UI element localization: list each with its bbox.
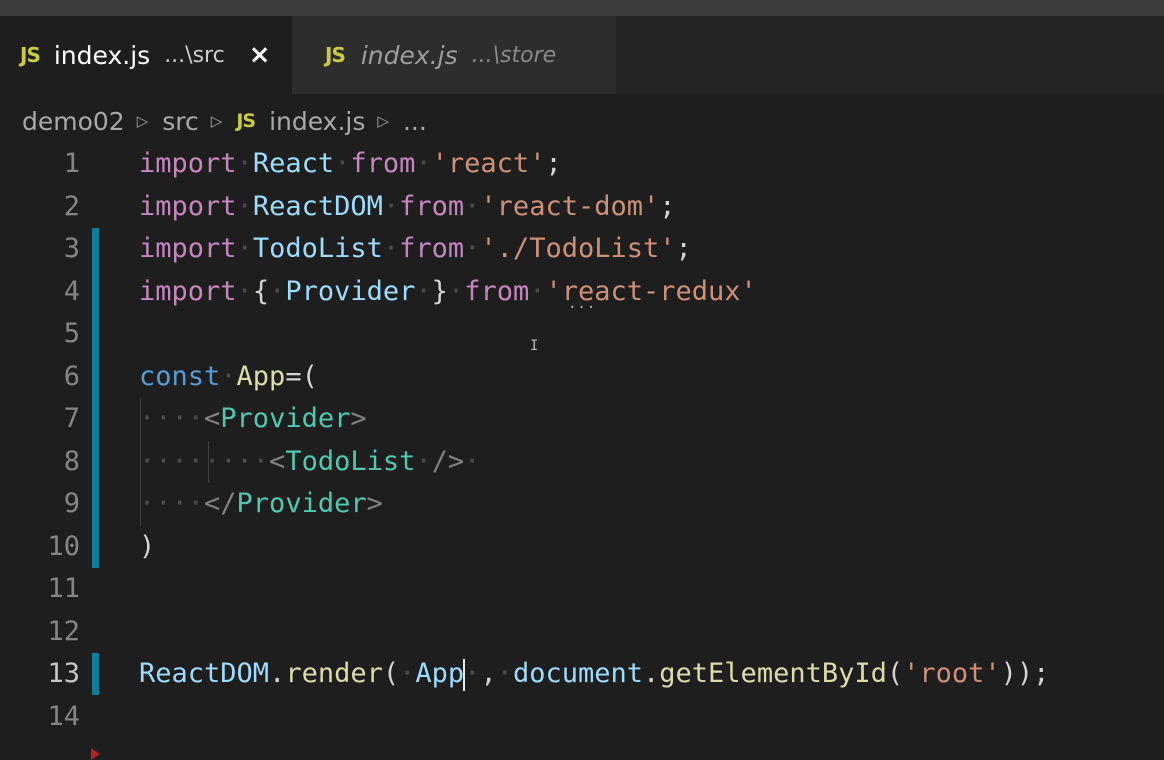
- token-string: 'root': [903, 658, 1001, 689]
- tab-index-store[interactable]: JS index.js ...\store: [292, 16, 616, 94]
- token-tag-bracket: <: [269, 445, 286, 477]
- code-line: 7 ····<Provider>: [0, 398, 1164, 441]
- token-keyword: const: [139, 360, 221, 392]
- token-punct: (: [886, 658, 904, 689]
- token-tag-bracket: />: [431, 445, 465, 477]
- token-tag-bracket: >: [366, 488, 383, 519]
- token-keyword: from: [350, 148, 416, 179]
- tab-filename: index.js: [360, 40, 458, 70]
- code-line: 14: [0, 696, 1164, 739]
- chevron-right-icon: ▷: [210, 112, 223, 130]
- tab-path: ...\store: [471, 42, 557, 68]
- close-icon[interactable]: ×: [249, 40, 271, 70]
- token-punct: ): [139, 530, 156, 562]
- token-variable: ReactDOM: [252, 190, 383, 222]
- token-punct: (: [382, 658, 400, 689]
- token-keyword: from: [464, 275, 530, 307]
- token-tag: Provider: [220, 403, 351, 434]
- window-top-strip: [0, 0, 1164, 16]
- token-variable: React: [252, 148, 335, 179]
- token-identifier: App: [236, 360, 286, 392]
- tab-index-src[interactable]: JS index.js ...\src ×: [0, 16, 292, 94]
- token-variable: App: [415, 658, 465, 689]
- token-punct: ;: [659, 190, 676, 222]
- token-punct: ));: [1000, 658, 1050, 689]
- code-line: 5: [0, 313, 1164, 356]
- line-number: 6: [63, 360, 80, 392]
- token-punct: }: [431, 275, 448, 307]
- token-string: 'react-dom': [480, 190, 660, 222]
- token-punct: ,: [480, 658, 497, 689]
- code-line: 12: [0, 611, 1164, 654]
- token-keyword: import: [139, 190, 237, 222]
- token-variable: Provider: [285, 275, 416, 307]
- token-tag-bracket: <: [204, 403, 221, 434]
- code-line: 2 import·ReactDOM·from·'react-dom';: [0, 186, 1164, 229]
- token-keyword: from: [399, 233, 465, 264]
- tab-path: ...\src: [164, 42, 225, 68]
- token-string: './TodoList': [480, 233, 676, 264]
- token-keyword: import: [139, 275, 237, 307]
- line-number: 1: [63, 148, 80, 179]
- line-number: 2: [63, 190, 80, 222]
- code-line: 6 const·App=(: [0, 356, 1164, 399]
- token-tag-bracket: >: [350, 403, 367, 434]
- line-number: 11: [47, 573, 80, 604]
- chevron-right-icon: ▷: [377, 112, 389, 130]
- js-file-icon: JS: [20, 43, 41, 67]
- token-variable: document: [512, 658, 644, 689]
- token-punct: .: [269, 658, 286, 689]
- code-line: 10 ): [0, 526, 1164, 569]
- line-number: 7: [63, 403, 80, 434]
- line-number: 3: [63, 233, 80, 264]
- token-keyword: import: [139, 233, 237, 264]
- token-punct: =(: [285, 360, 318, 392]
- token-variable: TodoList: [252, 233, 383, 264]
- code-line: 8 ········<TodoList·/>·: [0, 441, 1164, 484]
- token-function: render: [285, 658, 383, 689]
- code-editor[interactable]: 1 import·React·from·'react'; 2 import·Re…: [0, 143, 1164, 760]
- line-number: 13: [47, 658, 80, 689]
- line-number: 4: [63, 275, 80, 307]
- token-punct: ;: [675, 233, 692, 264]
- code-line: 9 ····</Provider>: [0, 483, 1164, 526]
- line-number: 10: [47, 530, 80, 562]
- folding-arrow-icon: [91, 748, 100, 760]
- token-punct: .: [643, 658, 660, 689]
- token-variable: ReactDOM: [139, 658, 270, 689]
- mouse-ibeam-icon: I: [530, 338, 539, 354]
- js-file-icon: JS: [325, 43, 346, 67]
- line-number: 8: [63, 445, 80, 477]
- code-line: 3 import·TodoList·from·'./TodoList';: [0, 228, 1164, 271]
- token-tag: TodoList: [285, 445, 416, 477]
- token-function: getElementById: [659, 658, 887, 689]
- breadcrumb-item-src[interactable]: src: [162, 107, 199, 136]
- line-number: 5: [63, 318, 80, 349]
- line-number: 9: [63, 488, 80, 519]
- chevron-right-icon: ▷: [136, 112, 149, 130]
- token-keyword: import: [139, 148, 237, 179]
- breadcrumb-item-file[interactable]: index.js: [269, 107, 365, 136]
- token-tag: Provider: [236, 488, 367, 519]
- token-keyword: from: [399, 190, 465, 222]
- token-punct: ;: [545, 148, 562, 179]
- code-line: 11: [0, 568, 1164, 611]
- breadcrumb: demo02 ▷ src ▷ JS index.js ▷ ...: [22, 98, 427, 144]
- tab-bar: JS index.js ...\src × JS index.js ...\st…: [0, 16, 1164, 94]
- breadcrumb-item-symbols[interactable]: ...: [403, 107, 427, 136]
- line-number: 12: [47, 615, 80, 647]
- token-string: 'react': [431, 148, 546, 179]
- breadcrumb-item-demo02[interactable]: demo02: [22, 107, 125, 136]
- token-punct: {: [252, 275, 270, 307]
- line-number: 14: [47, 700, 80, 732]
- token-tag-bracket: </: [204, 488, 237, 519]
- tab-filename: index.js: [53, 40, 151, 70]
- code-line: 1 import·React·from·'react';: [0, 143, 1164, 186]
- js-file-icon: JS: [236, 110, 256, 132]
- code-line-current: 13 ReactDOM.render(·App·,·document.getEl…: [0, 653, 1164, 696]
